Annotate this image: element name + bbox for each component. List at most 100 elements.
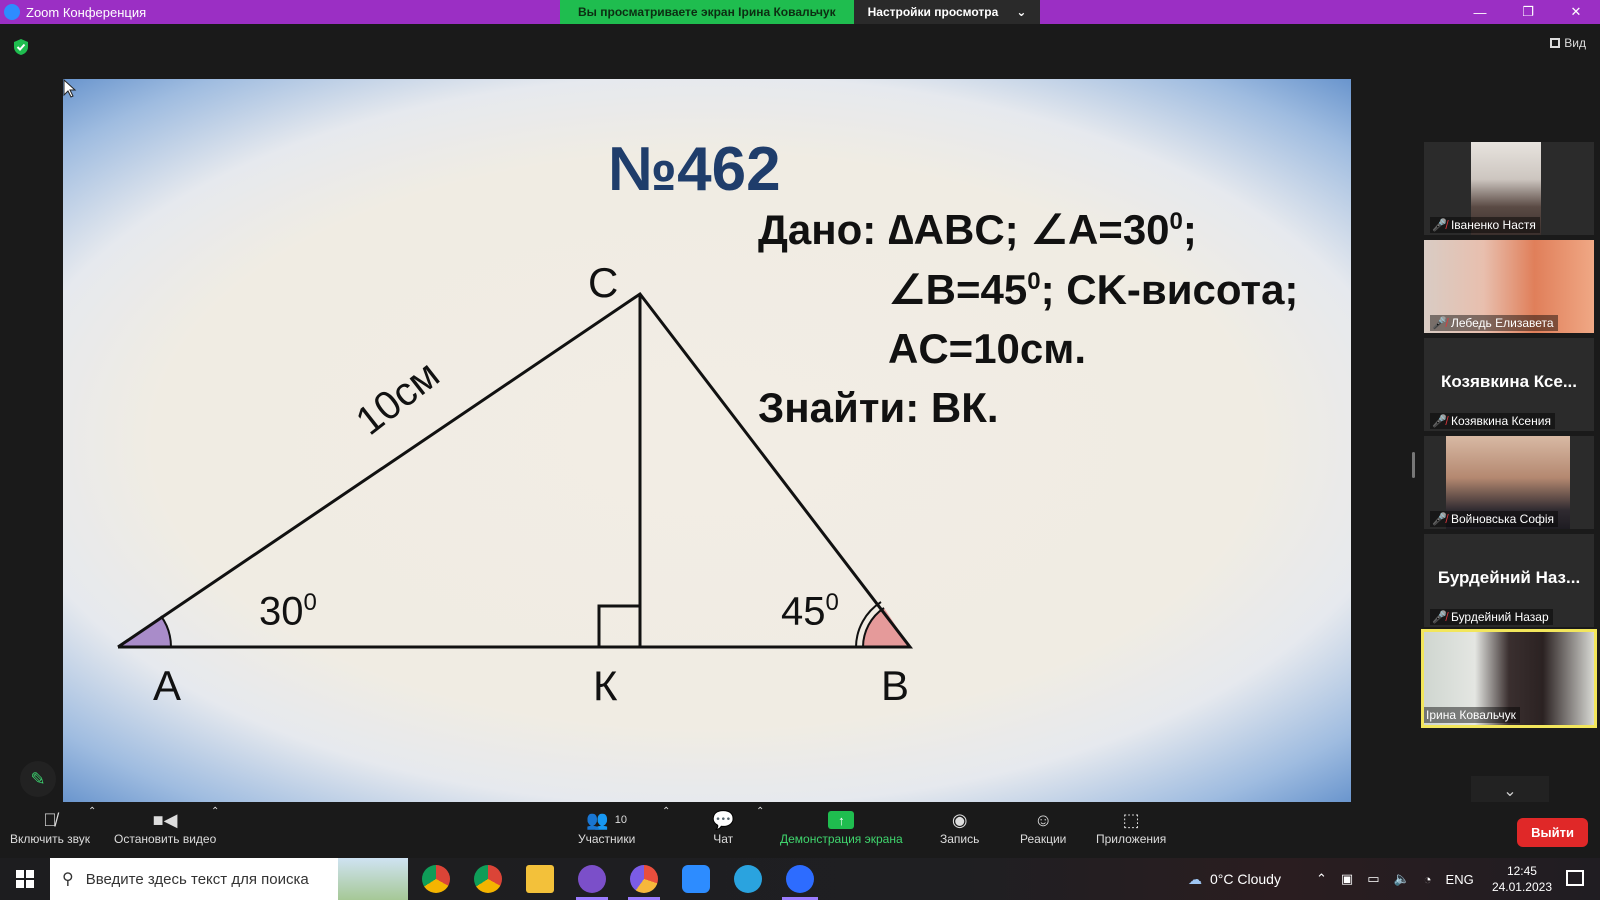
given-line-1: Дано: ∆ABC; ∠A=300;: [758, 206, 1197, 253]
chrome-profile-icon[interactable]: [474, 865, 502, 893]
participant-tile[interactable]: 🎤̸ Іваненко Настя: [1424, 142, 1594, 235]
apps-button[interactable]: ⬚ Приложения: [1096, 808, 1167, 847]
chevron-down-icon: ⌄: [1016, 5, 1027, 19]
chat-options-caret[interactable]: ⌃: [756, 806, 764, 817]
weather-widget[interactable]: ☁ 0°C Cloudy: [1188, 858, 1281, 900]
zoom-logo-icon: [4, 4, 20, 20]
meeting-toolbar: 🎙̸ Включить звук ⌃ ■◀ Остановить видео ⌃…: [0, 802, 1600, 858]
participant-display-name: Козявкина Ксе...: [1441, 372, 1577, 391]
viewing-screen-label: Вы просматриваете экран Ірина Ковальчук: [560, 0, 854, 24]
participant-tile[interactable]: 🎤̸ Лебедь Елизавета: [1424, 240, 1594, 333]
view-settings-label: Настройки просмотра: [867, 5, 999, 19]
system-tray: ⌃ ▣ ▭ 🔈 ◔ ENG: [1316, 858, 1474, 900]
video-camera-icon: ■◀: [152, 809, 178, 830]
telegram-icon[interactable]: [734, 865, 762, 893]
network-icon[interactable]: ◔: [1424, 872, 1432, 887]
audio-options-caret[interactable]: ⌃: [88, 806, 96, 817]
window-title: Zoom Конференция: [26, 4, 147, 20]
volume-icon[interactable]: 🔈: [1394, 871, 1410, 887]
windows-start-icon[interactable]: [16, 870, 34, 888]
microphone-muted-icon: 🎙̸: [43, 809, 57, 830]
record-label: Запись: [940, 832, 980, 846]
grid-view-icon: [1550, 38, 1561, 48]
unmute-button[interactable]: 🎙̸ Включить звук: [10, 808, 91, 847]
zoom-meetings-icon[interactable]: [682, 865, 710, 893]
chat-label: Чат: [713, 832, 734, 846]
chat-bubble-icon: 💬: [712, 809, 735, 830]
apps-icon: ⬚: [1122, 809, 1140, 830]
shield-icon[interactable]: [13, 38, 29, 56]
find-line: Знайти: ВК.: [758, 384, 999, 431]
mic-muted-icon: 🎤̸: [1432, 512, 1447, 526]
notifications-icon[interactable]: [1566, 870, 1584, 886]
participant-tile[interactable]: Бурдейний Наз... 🎤̸ Бурдейний Назар: [1424, 534, 1594, 627]
participants-label: Участники: [578, 832, 636, 846]
view-button[interactable]: Вид: [1550, 36, 1586, 50]
given-line-2: ∠B=450; CK-висота;: [888, 266, 1299, 313]
restore-button[interactable]: ❐: [1504, 0, 1552, 24]
reactions-button[interactable]: ☺ Реакции: [1020, 808, 1067, 847]
meet-now-icon[interactable]: ▣: [1341, 871, 1353, 887]
vertex-a-label: A: [153, 662, 182, 709]
mic-muted-icon: 🎤̸: [1432, 218, 1447, 232]
battery-icon[interactable]: ▭: [1367, 871, 1379, 887]
annotate-pencil-icon[interactable]: ✎: [20, 761, 56, 797]
chrome-icon[interactable]: [422, 865, 450, 893]
file-explorer-icon[interactable]: [526, 865, 554, 893]
vertex-b-label: B: [881, 662, 910, 709]
mouse-cursor-icon: [63, 79, 77, 98]
taskbar-search-box[interactable]: ⚲ Введите здесь текст для поиска: [50, 858, 408, 900]
reaction-smiley-icon: ☺: [1033, 809, 1053, 830]
participant-tile-active-speaker[interactable]: Ірина Ковальчук: [1421, 629, 1597, 728]
given-line-3: AC=10см.: [888, 325, 1087, 372]
stop-video-label: Остановить видео: [114, 832, 217, 846]
participant-name: Іваненко Настя: [1450, 218, 1536, 232]
video-options-caret[interactable]: ⌃: [211, 806, 219, 817]
angle-b-label: 450: [781, 589, 839, 634]
panel-resize-handle[interactable]: [1412, 452, 1415, 478]
participants-count: 10: [614, 814, 627, 826]
unmute-label: Включить звук: [10, 832, 91, 846]
clock-date: 24.01.2023: [1491, 880, 1552, 894]
taskbar-clock[interactable]: 12:45 24.01.2023: [1492, 863, 1552, 895]
participant-name: Козявкина Ксения: [1450, 414, 1551, 428]
mic-muted-icon: 🎤̸: [1432, 316, 1447, 330]
cloud-icon: ☁: [1188, 870, 1202, 887]
mic-muted-icon: 🎤̸: [1432, 610, 1447, 624]
participant-name: Бурдейний Назар: [1450, 610, 1549, 624]
search-highlight-image: [338, 858, 408, 900]
zoom-app-icon[interactable]: [786, 865, 814, 893]
leave-meeting-button[interactable]: Выйти: [1517, 818, 1588, 847]
participants-icon: 👥: [586, 809, 609, 830]
chat-button[interactable]: 💬 Чат: [712, 808, 735, 847]
reactions-label: Реакции: [1020, 832, 1067, 846]
record-button[interactable]: ◉ Запись: [940, 808, 980, 847]
mic-muted-icon: 🎤̸: [1432, 414, 1447, 428]
share-screen-button[interactable]: ↑ Демонстрация экрана: [780, 808, 903, 846]
shared-screen: №462 Дано: ∆ABC; ∠A=300; ∠B=450; CK-висо…: [63, 79, 1351, 803]
participants-options-caret[interactable]: ⌃: [662, 806, 670, 817]
weather-label: 0°C Cloudy: [1210, 871, 1281, 887]
stop-video-button[interactable]: ■◀ Остановить видео: [114, 808, 217, 847]
clock-time: 12:45: [1506, 864, 1537, 878]
apps-label: Приложения: [1096, 832, 1167, 846]
title-bar: Zoom Конференция Вы просматриваете экран…: [0, 0, 1600, 24]
close-button[interactable]: ✕: [1552, 0, 1600, 24]
app-title: Zoom Конференция: [0, 4, 146, 20]
viber-icon[interactable]: [578, 865, 606, 893]
share-screen-label: Демонстрация экрана: [780, 832, 903, 846]
screen-share-banner: Вы просматриваете экран Ірина Ковальчук …: [560, 0, 1041, 24]
vertex-c-label: C: [588, 259, 619, 306]
show-hidden-icons-icon[interactable]: ⌃: [1316, 871, 1327, 887]
participant-tile[interactable]: Козявкина Ксе... 🎤̸ Козявкина Ксения: [1424, 338, 1594, 431]
search-placeholder: Введите здесь текст для поиска: [85, 870, 309, 888]
browser-icon[interactable]: [630, 865, 658, 893]
participant-tile[interactable]: 🎤̸ Войновська Софія: [1424, 436, 1594, 529]
minimize-button[interactable]: —: [1456, 0, 1504, 24]
participants-button[interactable]: 👥 10 Участники: [578, 808, 636, 847]
view-settings-dropdown[interactable]: Настройки просмотра ⌄: [853, 0, 1041, 24]
share-screen-icon: ↑: [828, 811, 855, 829]
search-icon: ⚲: [62, 871, 74, 888]
input-language[interactable]: ENG: [1446, 872, 1474, 887]
record-icon: ◉: [951, 809, 968, 830]
